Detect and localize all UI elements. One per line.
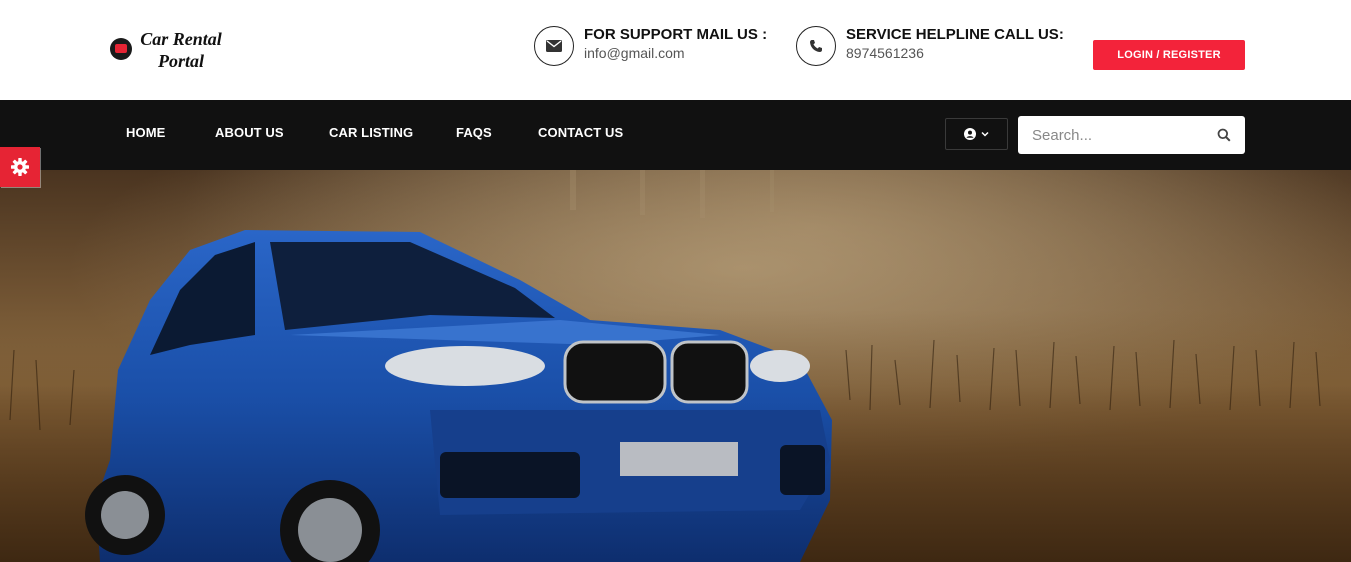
settings-toggle-button[interactable] (0, 147, 40, 187)
phone-icon (796, 26, 836, 66)
user-circle-icon (964, 128, 976, 140)
nav-item-home[interactable]: HOME (126, 125, 165, 140)
gear-icon (11, 158, 29, 176)
chevron-down-icon (981, 131, 989, 137)
nav-item-about-us[interactable]: ABOUT US (215, 125, 284, 140)
nav-item-faqs[interactable]: FAQS (456, 125, 492, 140)
login-register-button[interactable]: LOGIN / REGISTER (1093, 40, 1245, 70)
search-icon[interactable] (1217, 128, 1231, 142)
mail-title: FOR SUPPORT MAIL US : (584, 26, 768, 43)
support-mail: FOR SUPPORT MAIL US : info@gmail.com (534, 26, 767, 66)
phone-title: SERVICE HELPLINE CALL US: (846, 26, 1064, 43)
hero-car-image (0, 170, 1351, 562)
user-menu-button[interactable] (945, 118, 1008, 150)
logo-line-1: Car Rental (140, 29, 222, 49)
top-header: Car Rental Portal FOR SUPPORT MAIL US : … (0, 0, 1351, 100)
service-helpline: SERVICE HELPLINE CALL US: 8974561236 (796, 26, 1064, 66)
logo-text: Car Rental Portal (134, 28, 228, 72)
phone-value[interactable]: 8974561236 (846, 44, 1064, 62)
mail-value[interactable]: info@gmail.com (584, 44, 767, 62)
logo-line-2: Portal (157, 51, 204, 71)
site-logo[interactable]: Car Rental Portal (110, 28, 228, 72)
nav-item-contact-us[interactable]: CONTACT US (538, 125, 623, 140)
search-input[interactable] (1018, 116, 1198, 154)
hero-banner (0, 170, 1351, 562)
nav-item-car-listing[interactable]: CAR LISTING (329, 125, 413, 140)
logo-icon (110, 38, 132, 60)
envelope-icon (534, 26, 574, 66)
main-nav: HOME ABOUT US CAR LISTING FAQS CONTACT U… (0, 100, 1351, 170)
search-box (1018, 116, 1245, 154)
